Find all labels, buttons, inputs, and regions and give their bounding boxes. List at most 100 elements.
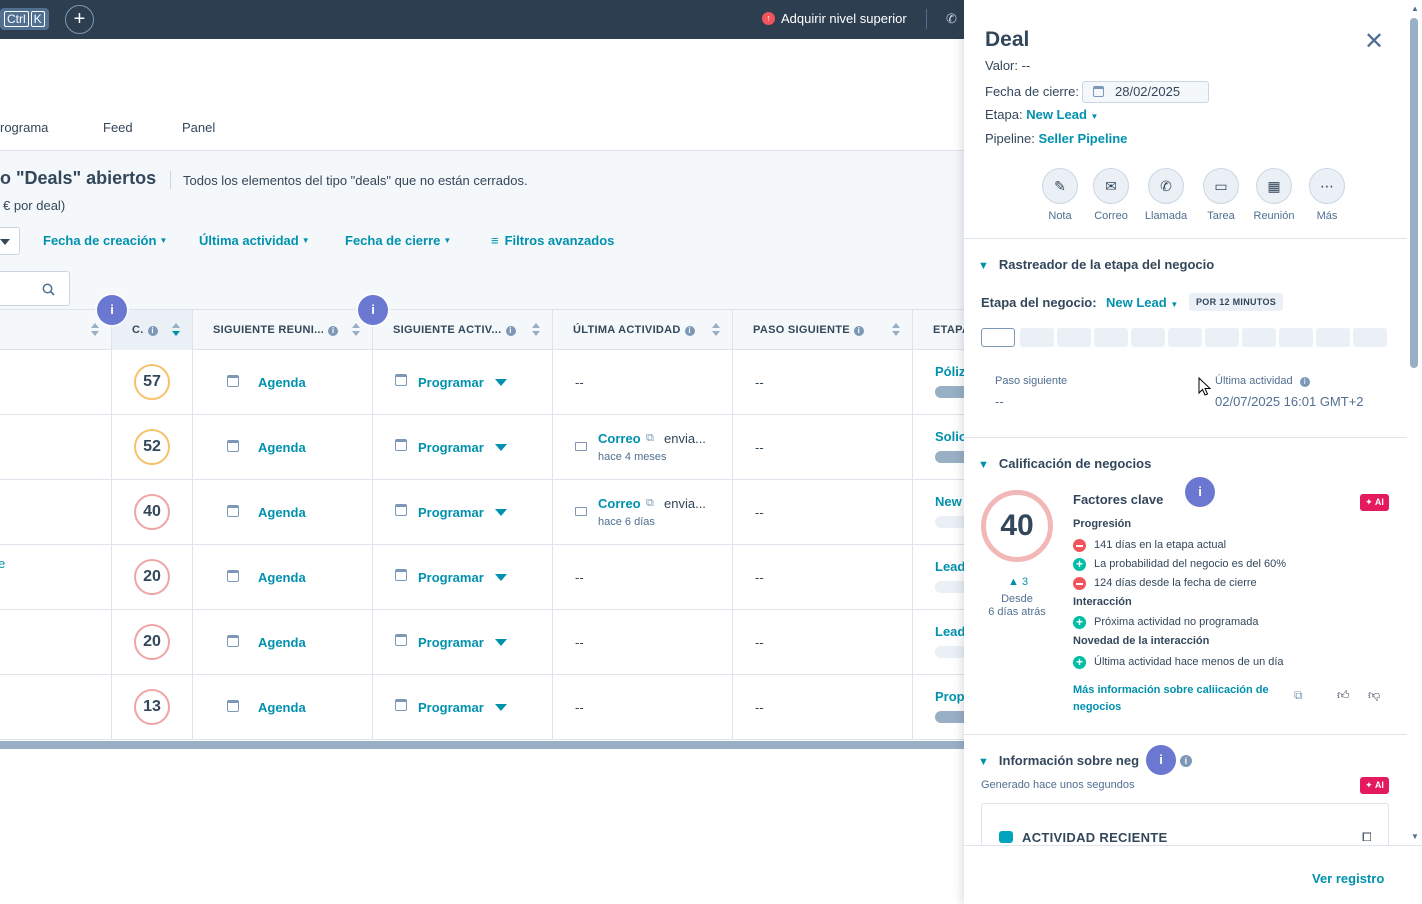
stage-link[interactable]: Prop <box>935 689 964 704</box>
agenda-link[interactable]: Agenda <box>258 635 306 650</box>
stage-segment[interactable] <box>1020 328 1054 347</box>
caret-down-icon[interactable] <box>495 379 507 386</box>
stage-link[interactable]: Lead <box>935 624 964 639</box>
tab-panel[interactable]: Panel <box>182 120 215 135</box>
caret-down-icon[interactable] <box>495 639 507 646</box>
schedule-link[interactable]: Programar <box>418 635 484 650</box>
advanced-filters-button[interactable]: ≡ Filtros avanzados <box>491 233 614 248</box>
tab-feed[interactable]: Feed <box>103 120 133 135</box>
info-icon[interactable]: i <box>853 326 864 336</box>
filter-close-date[interactable]: Fecha de cierre ▼ <box>345 233 451 248</box>
thumbs-up-icon[interactable]: 👍︎ <box>1337 688 1350 703</box>
table-row[interactable]: 20 Agenda Programar -- -- Lead <box>0 610 964 675</box>
meeting-action[interactable]: ▦ Reunión <box>1246 168 1302 222</box>
caret-down-icon[interactable] <box>495 574 507 581</box>
deal-stage-dropdown[interactable]: New Lead ▼ <box>1106 295 1178 310</box>
th-next-meeting[interactable]: SIGUIENTE REUNI... i <box>193 310 373 350</box>
agenda-link[interactable]: Agenda <box>258 700 306 715</box>
stage-segment[interactable] <box>1242 328 1276 347</box>
stage-link[interactable]: Póliz <box>935 364 964 379</box>
info-icon[interactable]: i <box>1299 377 1310 387</box>
agenda-link[interactable]: Agenda <box>258 375 306 390</box>
stage-segment[interactable] <box>1316 328 1350 347</box>
schedule-link[interactable]: Programar <box>418 375 484 390</box>
table-row[interactable]: e 20 Agenda Programar -- -- Lead <box>0 545 964 610</box>
caret-down-icon[interactable] <box>495 704 507 711</box>
agenda-link[interactable]: Agenda <box>258 440 306 455</box>
pipeline-link[interactable]: Seller Pipeline <box>1039 131 1128 146</box>
tracker-section-toggle[interactable]: ▼ Rastreador de la etapa del negocio <box>978 257 1214 272</box>
th-next-step[interactable]: PASO SIGUIENTE i <box>733 310 913 350</box>
schedule-link[interactable]: Programar <box>418 700 484 715</box>
stage-segment[interactable] <box>981 328 1015 347</box>
task-action[interactable]: ▭ Tarea <box>1193 168 1249 222</box>
name-cell[interactable] <box>0 480 112 544</box>
info-badge[interactable]: i <box>97 295 127 325</box>
call-action[interactable]: ✆ Llamada <box>1138 168 1194 222</box>
email-link[interactable]: Correo <box>598 431 641 446</box>
vertical-scrollbar-thumb[interactable] <box>1410 18 1418 368</box>
external-link-icon[interactable]: ⧉ <box>646 497 654 510</box>
name-cell[interactable] <box>0 610 112 674</box>
table-row[interactable]: 13 Agenda Programar -- -- Prop <box>0 675 964 740</box>
close-date-input[interactable]: 28/02/2025 <box>1082 81 1209 103</box>
th-next-activity[interactable]: SIGUIENTE ACTIV... i <box>373 310 553 350</box>
thumbs-down-icon[interactable]: 👎︎ <box>1368 688 1380 703</box>
sort-icon[interactable] <box>91 323 99 337</box>
view-dropdown[interactable] <box>0 227 20 255</box>
scoring-info-link[interactable]: Más información sobre caliicación de nego… <box>1073 682 1293 716</box>
name-cell[interactable] <box>0 675 112 739</box>
upgrade-link[interactable]: ↑ Adquirir nivel superior <box>762 11 907 26</box>
stage-segment[interactable] <box>1131 328 1165 347</box>
name-cell[interactable] <box>0 415 112 479</box>
sort-icon[interactable] <box>892 323 900 337</box>
scoring-section-toggle[interactable]: ▼ Calificación de negocios <box>978 456 1151 471</box>
th-stage[interactable]: ETAPA <box>913 310 964 350</box>
schedule-link[interactable]: Programar <box>418 505 484 520</box>
th-name[interactable] <box>0 310 112 350</box>
stage-segment[interactable] <box>1094 328 1128 347</box>
search-shortcut[interactable]: Ctrl K <box>0 8 49 30</box>
table-row[interactable]: 57 Agenda Programar -- -- Póliz <box>0 350 964 415</box>
close-icon[interactable]: ✕ <box>1364 30 1384 54</box>
info-badge[interactable]: i <box>1146 745 1176 775</box>
caret-down-icon[interactable] <box>495 509 507 516</box>
stage-dropdown[interactable]: New Lead ▼ <box>1026 107 1098 122</box>
table-row[interactable]: 40 Agenda Programar Correo ⧉ envia... ha… <box>0 480 964 545</box>
sort-icon[interactable] <box>352 323 360 337</box>
stage-segment[interactable] <box>1353 328 1387 347</box>
info-icon[interactable]: i <box>684 326 695 336</box>
table-search-input[interactable] <box>0 271 70 306</box>
copy-icon[interactable]: ⧠ <box>1362 830 1372 845</box>
caret-down-icon[interactable] <box>495 444 507 451</box>
agenda-link[interactable]: Agenda <box>258 505 306 520</box>
stage-segment[interactable] <box>1279 328 1313 347</box>
name-cell[interactable]: e <box>0 545 112 609</box>
scroll-down-icon[interactable]: ▼ <box>1411 832 1419 841</box>
stage-segment[interactable] <box>1057 328 1091 347</box>
stage-segment[interactable] <box>1168 328 1202 347</box>
info-icon[interactable]: i <box>505 326 516 336</box>
view-record-link[interactable]: Ver registro <box>1312 871 1384 886</box>
info-icon[interactable]: i <box>328 326 339 336</box>
schedule-link[interactable]: Programar <box>418 440 484 455</box>
more-action[interactable]: ⋯ Más <box>1299 168 1355 222</box>
schedule-link[interactable]: Programar <box>418 570 484 585</box>
horizontal-scrollbar[interactable] <box>0 741 964 749</box>
email-link[interactable]: Correo <box>598 496 641 511</box>
agenda-link[interactable]: Agenda <box>258 570 306 585</box>
sort-icon[interactable] <box>532 323 540 337</box>
sort-icon[interactable] <box>172 323 180 337</box>
stage-segment[interactable] <box>1205 328 1239 347</box>
info-icon[interactable]: i <box>1179 755 1192 767</box>
filter-creation-date[interactable]: Fecha de creación ▼ <box>43 233 167 248</box>
sort-icon[interactable] <box>712 323 720 337</box>
external-link-icon[interactable]: ⧉ <box>646 432 654 445</box>
scroll-up-icon[interactable]: ▲ <box>1411 4 1419 13</box>
email-action[interactable]: ✉ Correo <box>1083 168 1139 222</box>
filter-last-activity[interactable]: Última actividad ▼ <box>199 233 310 248</box>
info-icon[interactable]: i <box>147 326 158 336</box>
name-cell[interactable] <box>0 350 112 414</box>
stage-link[interactable]: Lead <box>935 559 964 574</box>
create-plus-button[interactable]: + <box>65 5 94 34</box>
